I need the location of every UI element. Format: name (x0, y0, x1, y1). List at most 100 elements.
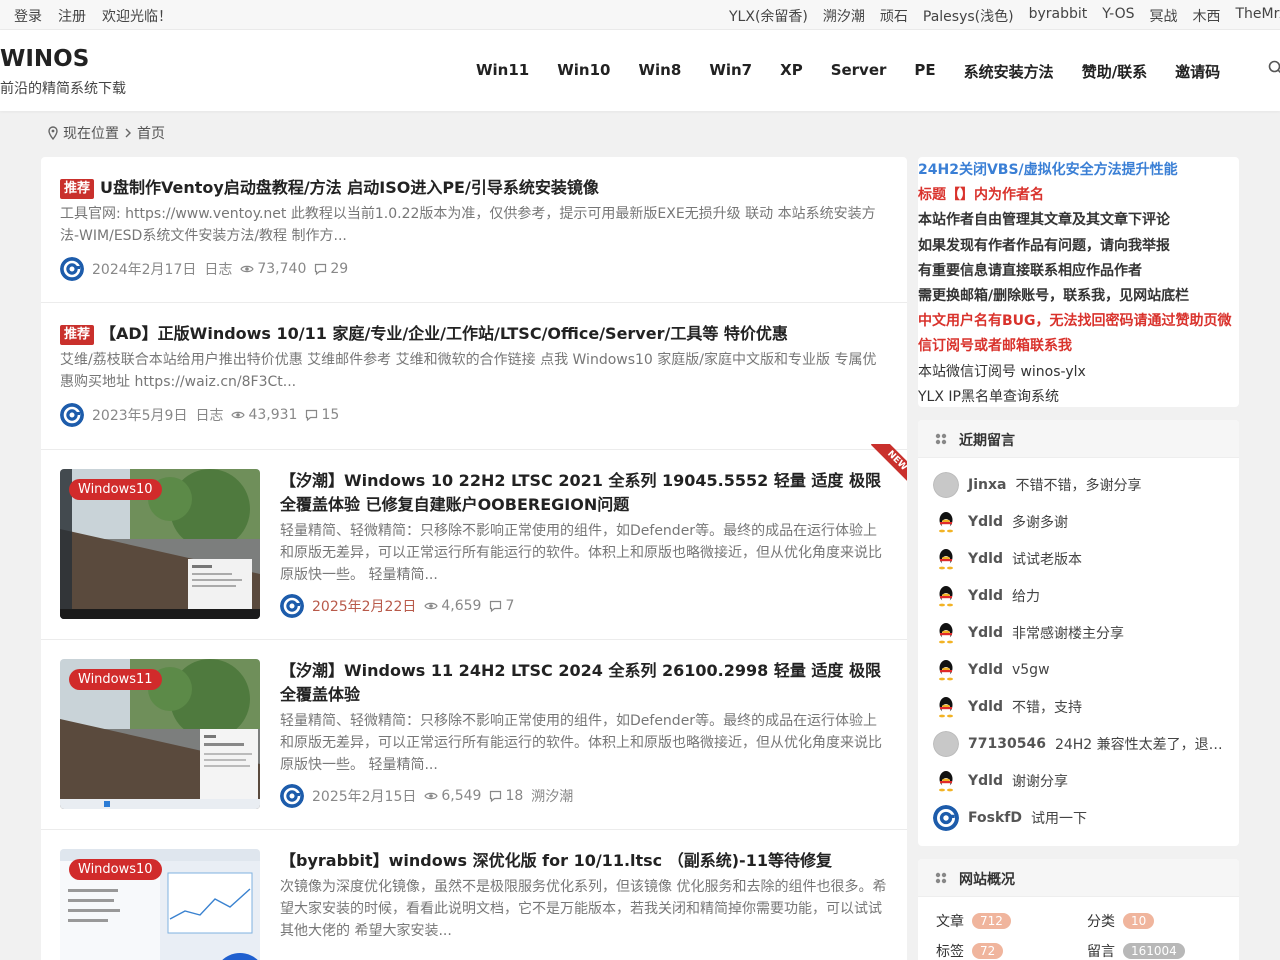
post-category[interactable]: 日志 (195, 405, 223, 425)
nav-item-win7[interactable]: Win7 (709, 61, 752, 82)
comment-item[interactable]: Jinxa 不错不错，多谢分享 (933, 472, 1229, 498)
comment-author[interactable]: Jinxa (968, 477, 1006, 493)
main-nav: Win11 Win10 Win8 Win7 XP Server PE 系统安装方… (476, 61, 1220, 82)
comment-author[interactable]: 77130546 (968, 736, 1046, 752)
comment-item[interactable]: 77130546 24H2 兼容性太差了，退回2... (933, 731, 1229, 757)
post-title[interactable]: 推荐 【AD】正版Windows 10/11 家庭/专业/企业/工作站/LTSC/… (60, 322, 888, 346)
author-link-y-os[interactable]: Y-OS (1102, 6, 1134, 26)
post-thumbnail[interactable]: Windows11 (60, 659, 260, 809)
comment-author[interactable]: Ydld (968, 773, 1003, 789)
login-link[interactable]: 登录 (14, 6, 42, 26)
author-link-byrabbit[interactable]: byrabbit (1029, 6, 1088, 26)
nav-item-pe[interactable]: PE (914, 61, 935, 82)
comment-author[interactable]: Ydld (968, 699, 1003, 715)
comment-text[interactable]: 不错，支持 (1012, 697, 1082, 717)
qq-penguin-avatar-icon[interactable] (933, 620, 959, 646)
comment-item[interactable]: Ydld 谢谢分享 (933, 768, 1229, 794)
account-links: 登录 注册 欢迎光临！ (14, 6, 172, 26)
nav-item-server[interactable]: Server (831, 61, 887, 82)
comment-item[interactable]: Ydld 非常感谢楼主分享 (933, 620, 1229, 646)
search-icon[interactable] (1268, 60, 1280, 76)
comment-text[interactable]: 非常感谢楼主分享 (1012, 623, 1124, 643)
post-meta: 2025年2月15日 6,549 18 溯汐潮 (280, 784, 573, 808)
comment-text[interactable]: 试试老版本 (1012, 549, 1082, 569)
register-link[interactable]: 注册 (58, 6, 86, 26)
qq-penguin-avatar-icon[interactable] (933, 694, 959, 720)
site-logo-avatar-icon[interactable] (933, 805, 959, 831)
author-link-wanshi[interactable]: 顽石 (880, 6, 908, 26)
post-item: Windows10 【byrabbit】windows 深优化版 for 10/… (41, 830, 907, 960)
site-logo[interactable]: WINOS (0, 46, 89, 72)
comment-item[interactable]: Ydld 给力 (933, 583, 1229, 609)
author-link-ylx[interactable]: YLX(余留香) (729, 6, 808, 26)
post-title-text[interactable]: 【AD】正版Windows 10/11 家庭/专业/企业/工作站/LTSC/Of… (100, 324, 788, 343)
grid-dots-icon (935, 872, 947, 884)
author-link-suxichao[interactable]: 溯汐潮 (823, 6, 865, 26)
qq-penguin-avatar-icon[interactable] (933, 768, 959, 794)
comment-author[interactable]: Ydld (968, 588, 1003, 604)
notice-line: 标题【】内为作者名 (918, 187, 1044, 203)
default-avatar-icon[interactable] (933, 472, 959, 498)
post-thumbnail[interactable]: Windows10 (60, 469, 260, 619)
comment-text[interactable]: v5gw (1012, 662, 1050, 678)
post-title[interactable]: 【汐潮】Windows 10 22H2 LTSC 2021 全系列 19045.… (280, 469, 888, 517)
author-link-mingzhan[interactable]: 冥战 (1150, 6, 1178, 26)
qq-penguin-avatar-icon[interactable] (933, 657, 959, 683)
comment-item[interactable]: Ydld 试试老版本 (933, 546, 1229, 572)
nav-item-sponsor[interactable]: 赞助/联系 (1082, 61, 1147, 82)
author-avatar[interactable] (280, 594, 304, 618)
category-badge[interactable]: Windows10 (69, 859, 162, 880)
comment-item[interactable]: Ydld v5gw (933, 657, 1229, 683)
widget-title: 近期留言 (959, 433, 1015, 449)
comment-text[interactable]: 给力 (1012, 586, 1040, 606)
comment-author[interactable]: FoskfD (968, 810, 1022, 826)
comment-text[interactable]: 多谢多谢 (1012, 512, 1068, 532)
comment-count[interactable]: 7 (489, 598, 514, 614)
post-thumbnail[interactable]: Windows10 (60, 849, 260, 960)
nav-item-xp[interactable]: XP (780, 61, 803, 82)
nav-item-install-guide[interactable]: 系统安装方法 (964, 61, 1054, 82)
comment-author[interactable]: Ydld (968, 662, 1003, 678)
comment-count[interactable]: 15 (305, 407, 339, 423)
stat-label: 分类 (1087, 914, 1115, 930)
post-author[interactable]: 溯汐潮 (531, 786, 573, 806)
author-avatar[interactable] (60, 403, 84, 427)
category-badge[interactable]: Windows11 (69, 669, 162, 690)
qq-penguin-avatar-icon[interactable] (933, 546, 959, 572)
post-category[interactable]: 日志 (204, 259, 232, 279)
author-link-themrxk[interactable]: TheMrxk (1236, 6, 1280, 26)
author-link-palesys[interactable]: Palesys(浅色) (923, 6, 1014, 26)
comment-item[interactable]: FoskfD 试用一下 (933, 805, 1229, 831)
nav-item-invite-code[interactable]: 邀请码 (1175, 61, 1220, 82)
comment-author[interactable]: Ydld (968, 514, 1003, 530)
comment-text[interactable]: 试用一下 (1031, 808, 1087, 828)
nav-item-win10[interactable]: Win10 (557, 61, 610, 82)
nav-item-win8[interactable]: Win8 (639, 61, 682, 82)
comment-text[interactable]: 24H2 兼容性太差了，退回2... (1055, 734, 1229, 754)
default-avatar-icon[interactable] (933, 731, 959, 757)
comment-author[interactable]: Ydld (968, 551, 1003, 567)
site-header: WINOS 前沿的精简系统下载 Win11 Win10 Win8 Win7 XP… (0, 30, 1280, 111)
comment-count[interactable]: 18 (489, 788, 523, 804)
stat-value: 72 (972, 943, 1004, 959)
comment-text[interactable]: 谢谢分享 (1012, 771, 1068, 791)
comment-count[interactable]: 29 (314, 261, 348, 277)
author-avatar[interactable] (280, 784, 304, 808)
notice-link-ip-blacklist[interactable]: YLX IP黑名单查询系统 (918, 386, 1059, 406)
qq-penguin-avatar-icon[interactable] (933, 509, 959, 535)
comment-item[interactable]: Ydld 不错，支持 (933, 694, 1229, 720)
category-badge[interactable]: Windows10 (69, 479, 162, 500)
nav-item-win11[interactable]: Win11 (476, 61, 529, 82)
post-title[interactable]: 【汐潮】Windows 11 24H2 LTSC 2024 全系列 26100.… (280, 659, 888, 707)
notice-link-vbs[interactable]: 24H2关闭VBS/虚拟化安全方法提升性能 (918, 159, 1178, 179)
author-avatar[interactable] (60, 257, 84, 281)
comment-text[interactable]: 不错不错，多谢分享 (1015, 475, 1141, 495)
comment-item[interactable]: Ydld 多谢多谢 (933, 509, 1229, 535)
author-link-muxi[interactable]: 木西 (1193, 6, 1221, 26)
qq-penguin-avatar-icon[interactable] (933, 583, 959, 609)
comment-author[interactable]: Ydld (968, 625, 1003, 641)
post-title[interactable]: 【byrabbit】windows 深优化版 for 10/11.ltsc （副… (280, 849, 888, 873)
post-title-text[interactable]: U盘制作Ventoy启动盘教程/方法 启动ISO进入PE/引导系统安装镜像 (100, 178, 599, 197)
breadcrumb-home[interactable]: 首页 (137, 123, 165, 143)
post-title[interactable]: 推荐 U盘制作Ventoy启动盘教程/方法 启动ISO进入PE/引导系统安装镜像 (60, 176, 888, 200)
